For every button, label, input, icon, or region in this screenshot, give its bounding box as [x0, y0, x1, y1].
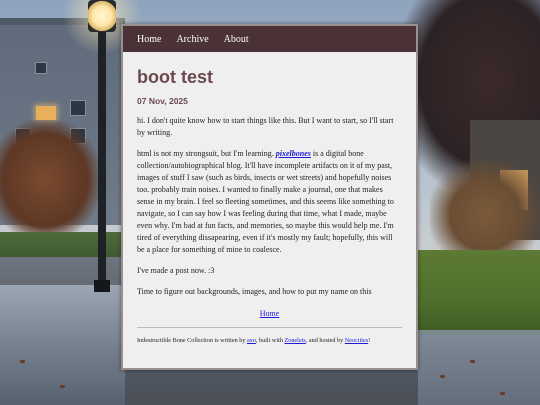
tree [0, 120, 100, 240]
footer-text: , built with [255, 337, 285, 344]
nav-bar: Home Archive About [123, 26, 416, 52]
author-link[interactable]: axo [247, 337, 256, 344]
building-window [70, 100, 86, 116]
leaf [60, 385, 65, 388]
post-title: boot test [137, 67, 213, 87]
lamp-base [94, 280, 110, 292]
leaf [20, 360, 25, 363]
building-window [35, 105, 57, 121]
neocities-link[interactable]: Neocities [345, 337, 368, 344]
post-paragraph-3: I've made a post now. :3 [137, 266, 215, 275]
paragraph-text: is a digital bone collection/autobiograp… [137, 149, 394, 254]
footer-text: , and hosted by [305, 337, 345, 344]
nav-about-link[interactable]: About [224, 34, 249, 45]
post-paragraph-4: Time to figure out backgrounds, images, … [137, 287, 372, 296]
home-link-row: Home [137, 309, 402, 318]
leaf [500, 392, 505, 395]
lamp-light [88, 0, 116, 32]
home-link[interactable]: Home [260, 309, 280, 318]
lamp-post [98, 28, 106, 290]
nav-archive-link[interactable]: Archive [176, 34, 208, 45]
post-content: boot test 07 Nov, 2025 hi. I don't quite… [123, 66, 416, 318]
leaf [470, 360, 475, 363]
pixelbones-link[interactable]: pixelbones [276, 149, 311, 158]
paragraph-text: html is not my strongsuit, but I'm learn… [137, 149, 276, 158]
post-paragraph-1: hi. I don't quite know how to start thin… [137, 116, 394, 137]
puddle-reflection [418, 330, 540, 405]
footer-text: ! [368, 337, 371, 344]
post-date: 07 Nov, 2025 [137, 96, 188, 106]
grass [0, 232, 125, 257]
footer-text: Indestructible Bone Collection is writte… [137, 337, 247, 344]
grass [418, 250, 540, 335]
post-paragraph-2: html is not my strongsuit, but I'm learn… [137, 148, 402, 256]
footer: Indestructible Bone Collection is writte… [137, 327, 402, 345]
blog-container: Home Archive About boot test 07 Nov, 202… [121, 24, 418, 370]
building-window [35, 62, 47, 74]
nav-home-link[interactable]: Home [137, 34, 161, 45]
leaf [440, 375, 445, 378]
zonelets-link[interactable]: Zonelets [284, 337, 305, 344]
